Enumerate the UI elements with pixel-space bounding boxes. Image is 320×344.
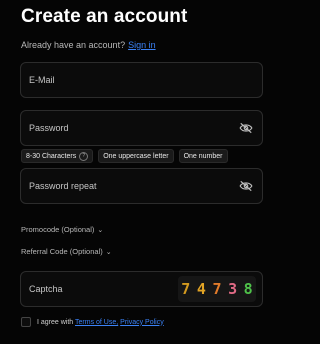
eye-off-icon[interactable] [239, 180, 253, 192]
password-repeat-field[interactable]: Password repeat [20, 168, 263, 204]
captcha-digit: 7 [212, 280, 222, 298]
password-repeat-placeholder: Password repeat [29, 181, 97, 191]
question-icon[interactable]: ? [79, 151, 89, 161]
hint-uppercase-label: One uppercase letter [103, 152, 169, 160]
captcha-digit: 7 [181, 280, 191, 298]
password-field[interactable]: Password [20, 110, 263, 146]
email-field[interactable]: E-Mail [20, 62, 263, 98]
email-placeholder: E-Mail [29, 75, 55, 85]
terms-of-use-link[interactable]: Terms of Use, [75, 319, 118, 326]
referral-toggle[interactable]: Referral Code (Optional) ⌄ [21, 247, 112, 256]
terms-text: I agree with Terms of Use, Privacy Polic… [37, 319, 164, 326]
hint-number-label: One number [183, 152, 223, 160]
captcha-digit: 3 [228, 280, 238, 298]
hint-chip-uppercase: One uppercase letter [98, 149, 174, 163]
terms-checkbox[interactable] [21, 317, 31, 327]
signin-link[interactable]: Sign in [128, 40, 156, 50]
password-requirements: 8-30 Characters ? One uppercase letter O… [21, 149, 228, 163]
chevron-down-icon: ⌄ [97, 227, 104, 234]
hint-chip-length: 8-30 Characters ? [21, 149, 94, 163]
eye-off-icon[interactable] [239, 122, 253, 134]
captcha-digit: 4 [196, 280, 206, 298]
hint-length-label: 8-30 Characters [26, 152, 77, 160]
privacy-policy-link[interactable]: Privacy Policy [120, 319, 164, 326]
terms-agreement: I agree with Terms of Use, Privacy Polic… [21, 316, 164, 328]
password-placeholder: Password [29, 123, 69, 133]
captcha-image: 7 4 7 3 8 [178, 276, 256, 302]
terms-prefix: I agree with [37, 318, 74, 326]
promocode-label: Promocode (Optional) [21, 225, 95, 234]
referral-label: Referral Code (Optional) [21, 247, 103, 256]
captcha-digit: 8 [243, 280, 253, 298]
promocode-toggle[interactable]: Promocode (Optional) ⌄ [21, 225, 103, 234]
hint-chip-number: One number [178, 149, 228, 163]
chevron-down-icon: ⌄ [105, 249, 112, 256]
captcha-field[interactable]: Captcha 7 4 7 3 8 [20, 271, 263, 307]
signin-prompt: Already have an account? Sign in [21, 40, 156, 50]
signin-prompt-text: Already have an account? [21, 40, 126, 50]
page-title: Create an account [21, 6, 188, 27]
captcha-placeholder: Captcha [29, 284, 63, 294]
